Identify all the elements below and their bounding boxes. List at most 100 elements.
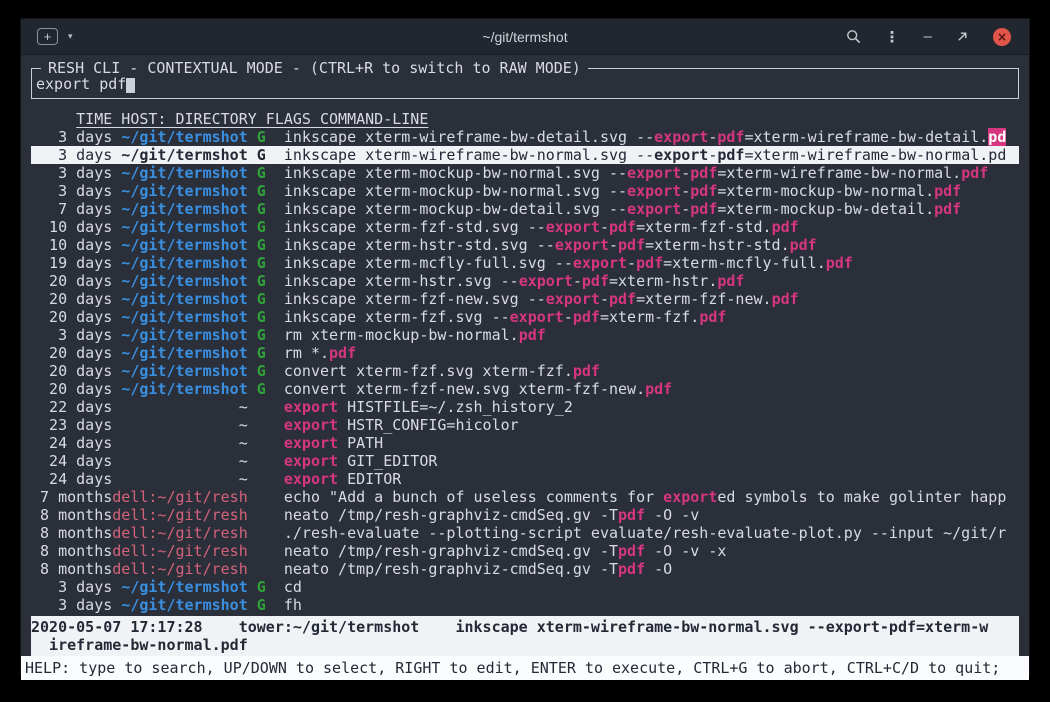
row-flag: G: [257, 380, 266, 398]
history-row[interactable]: 24 days ~ export GIT_EDITOR: [31, 452, 1019, 470]
history-row[interactable]: 3 days ~/git/termshot G cd: [31, 578, 1019, 596]
row-host: ~/git/termshot: [112, 272, 247, 290]
row-flag: [257, 470, 266, 488]
row-host: ~: [112, 398, 247, 416]
row-command: inkscape xterm-hstr.svg --export-pdf=xte…: [284, 272, 745, 290]
menu-kebab-icon[interactable]: ⋮: [885, 28, 900, 46]
history-row[interactable]: 23 days ~ export HSTR_CONFIG=hicolor: [31, 416, 1019, 434]
minimize-button[interactable]: –: [924, 28, 932, 45]
row-flag: G: [257, 182, 266, 200]
search-input[interactable]: export pdf: [36, 75, 1014, 93]
row-time: 8 months: [31, 506, 112, 524]
history-row[interactable]: 20 days ~/git/termshot G convert xterm-f…: [31, 362, 1019, 380]
row-flag: G: [257, 218, 266, 236]
row-time: 22 days: [31, 398, 112, 416]
history-row[interactable]: 24 days ~ export EDITOR: [31, 470, 1019, 488]
detail-line-2: ireframe-bw-normal.pdf: [31, 636, 1019, 654]
row-host: ~/git/termshot: [112, 326, 247, 344]
history-row[interactable]: 3 days ~/git/termshot G rm xterm-mockup-…: [31, 326, 1019, 344]
row-host: ~: [112, 434, 247, 452]
row-time: 3 days: [31, 596, 112, 614]
row-time: 20 days: [31, 290, 112, 308]
row-command: cd: [284, 578, 302, 596]
history-row[interactable]: 22 days ~ export HISTFILE=~/.zsh_history…: [31, 398, 1019, 416]
history-row[interactable]: 8 monthsdell:~/git/resh neato /tmp/resh-…: [31, 560, 1019, 578]
row-flag: [257, 452, 266, 470]
history-row[interactable]: 10 days ~/git/termshot G inkscape xterm-…: [31, 218, 1019, 236]
row-flag: G: [257, 596, 266, 614]
history-row[interactable]: 8 monthsdell:~/git/resh neato /tmp/resh-…: [31, 506, 1019, 524]
row-host: ~/git/termshot: [112, 596, 247, 614]
row-time: 10 days: [31, 236, 112, 254]
history-row[interactable]: 3 days ~/git/termshot G fh: [31, 596, 1019, 614]
history-row[interactable]: 3 days ~/git/termshot G inkscape xterm-m…: [31, 164, 1019, 182]
row-flag: G: [257, 326, 266, 344]
titlebar-left-group: + ▾: [37, 28, 73, 45]
row-flag: [257, 416, 266, 434]
row-host: dell:~/git/resh: [112, 560, 247, 578]
history-row[interactable]: 10 days ~/git/termshot G inkscape xterm-…: [31, 236, 1019, 254]
row-command: inkscape xterm-fzf-new.svg --export-pdf=…: [284, 290, 799, 308]
history-row[interactable]: 3 days ~/git/termshot G inkscape xterm-w…: [31, 128, 1019, 146]
row-flag: G: [257, 164, 266, 182]
row-command: inkscape xterm-mockup-bw-normal.svg --ex…: [284, 164, 988, 182]
row-flag: G: [257, 200, 266, 218]
row-command: inkscape xterm-hstr-std.svg --export-pdf…: [284, 236, 817, 254]
terminal-window: + ▾ ~/git/termshot ⋮ – × RESH CLI: [20, 18, 1030, 676]
row-time: 3 days: [31, 146, 112, 164]
row-command: convert xterm-fzf-new.svg xterm-fzf-new.…: [284, 380, 672, 398]
row-flag: G: [257, 290, 266, 308]
row-host: ~/git/termshot: [112, 380, 247, 398]
row-host: ~/git/termshot: [112, 182, 247, 200]
history-row[interactable]: 3 days ~/git/termshot G inkscape xterm-w…: [31, 146, 1019, 164]
search-box[interactable]: RESH CLI - CONTEXTUAL MODE - (CTRL+R to …: [31, 68, 1019, 99]
row-host: dell:~/git/resh: [112, 506, 247, 524]
row-flag: G: [257, 272, 266, 290]
titlebar: + ▾ ~/git/termshot ⋮ – ×: [21, 19, 1029, 55]
history-rows: 3 days ~/git/termshot G inkscape xterm-w…: [31, 128, 1019, 614]
row-time: 24 days: [31, 470, 112, 488]
row-command: inkscape xterm-wireframe-bw-detail.svg -…: [284, 128, 1006, 146]
row-time: 8 months: [31, 524, 112, 542]
text-cursor: [126, 78, 135, 93]
row-host: ~: [112, 416, 247, 434]
row-time: 8 months: [31, 542, 112, 560]
row-host: ~/git/termshot: [112, 308, 247, 326]
history-row[interactable]: 20 days ~/git/termshot G inkscape xterm-…: [31, 290, 1019, 308]
header-pad: [31, 110, 76, 128]
help-bar: HELP: type to search, UP/DOWN to select,…: [21, 656, 1029, 680]
row-time: 10 days: [31, 218, 112, 236]
row-command: inkscape xterm-mcfly-full.svg --export-p…: [284, 254, 853, 272]
history-row[interactable]: 7 days ~/git/termshot G inkscape xterm-m…: [31, 200, 1019, 218]
history-row[interactable]: 20 days ~/git/termshot G inkscape xterm-…: [31, 308, 1019, 326]
row-flag: [257, 560, 266, 578]
row-command: inkscape xterm-mockup-bw-normal.svg --ex…: [284, 182, 961, 200]
row-command: inkscape xterm-mockup-bw-detail.svg --ex…: [284, 200, 961, 218]
history-row[interactable]: 24 days ~ export PATH: [31, 434, 1019, 452]
row-time: 3 days: [31, 326, 112, 344]
history-row[interactable]: 20 days ~/git/termshot G inkscape xterm-…: [31, 272, 1019, 290]
history-row[interactable]: 19 days ~/git/termshot G inkscape xterm-…: [31, 254, 1019, 272]
history-row[interactable]: 7 monthsdell:~/git/resh echo "Add a bunc…: [31, 488, 1019, 506]
titlebar-right-group: ⋮ – ×: [846, 28, 1011, 46]
history-row[interactable]: 8 monthsdell:~/git/resh neato /tmp/resh-…: [31, 542, 1019, 560]
history-row[interactable]: 20 days ~/git/termshot G rm *.pdf: [31, 344, 1019, 362]
plus-icon: +: [44, 30, 52, 43]
row-command: export EDITOR: [284, 470, 401, 488]
history-table: TIME HOST: DIRECTORY FLAGS COMMAND-LINE …: [31, 110, 1019, 614]
history-row[interactable]: 3 days ~/git/termshot G inkscape xterm-m…: [31, 182, 1019, 200]
chevron-down-icon[interactable]: ▾: [68, 31, 73, 42]
history-row[interactable]: 8 monthsdell:~/git/resh ./resh-evaluate …: [31, 524, 1019, 542]
row-time: 20 days: [31, 380, 112, 398]
new-tab-button[interactable]: +: [37, 28, 58, 45]
header-text: TIME HOST: DIRECTORY FLAGS COMMAND-LINE: [76, 110, 428, 128]
row-time: 24 days: [31, 434, 112, 452]
row-flag: G: [257, 578, 266, 596]
query-text: export pdf: [36, 75, 126, 93]
row-command: inkscape xterm-wireframe-bw-normal.svg -…: [284, 146, 1006, 164]
history-row[interactable]: 20 days ~/git/termshot G convert xterm-f…: [31, 380, 1019, 398]
restore-button[interactable]: [956, 30, 969, 43]
search-icon[interactable]: [846, 29, 861, 44]
row-time: 23 days: [31, 416, 112, 434]
close-button[interactable]: ×: [993, 28, 1011, 46]
